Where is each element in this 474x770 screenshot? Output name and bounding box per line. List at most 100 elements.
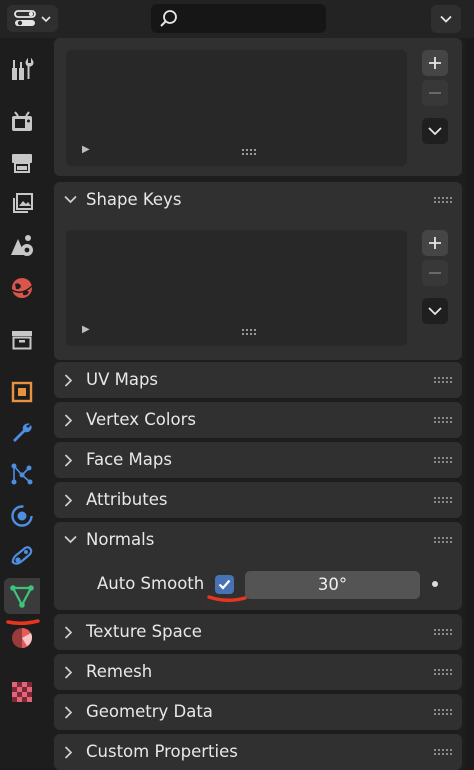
object-icon [11,381,33,403]
drag-handle-icon[interactable] [434,709,454,715]
properties-editor-icon [14,9,36,26]
tab-object[interactable] [4,374,40,410]
drag-handle-icon[interactable] [434,629,454,635]
minus-icon [429,272,441,274]
annotation-underline [207,595,247,602]
view-layer-icon [13,193,33,213]
chevron-right-icon [64,494,73,507]
search-icon [160,10,177,27]
panel-title: Attributes [86,490,168,509]
chevron-down-icon [64,195,77,204]
auto-smooth-angle-field[interactable]: 30° [245,571,420,599]
panel-header-face-maps[interactable]: Face Maps [54,442,462,478]
panel-title: Vertex Colors [86,410,196,429]
tab-modifiers[interactable] [4,414,40,450]
chevron-right-icon [64,706,73,719]
world-icon [11,278,33,298]
panel-title: Face Maps [86,450,172,469]
tab-tool[interactable] [4,52,40,88]
tab-constraints[interactable] [4,538,40,574]
chevron-down-icon [428,307,442,316]
panel-title: UV Maps [86,370,159,389]
play-icon[interactable]: ▶ [82,324,90,335]
render-icon [12,111,32,131]
drag-handle-icon[interactable] [434,377,454,383]
auto-smooth-label: Auto Smooth [97,574,205,593]
drag-handle-icon[interactable] [434,749,454,755]
resize-grip-icon[interactable] [242,329,258,335]
panel-header-attributes[interactable]: Attributes [54,482,462,518]
panel-title: Texture Space [86,622,202,641]
panel-header-texture-space[interactable]: Texture Space [54,614,462,650]
list-box[interactable]: ▶ [66,50,407,166]
tab-texture[interactable] [4,674,40,710]
constraint-icon [11,546,33,565]
tab-particles[interactable] [4,456,40,492]
search-input[interactable] [151,4,326,33]
tab-output[interactable] [4,144,40,180]
panel-vertex-groups-body: ▶ [54,38,462,176]
tab-collection[interactable] [4,322,40,358]
editor-type-button[interactable] [7,5,58,32]
chevron-right-icon [64,666,73,679]
panel-shape-keys: Shape Keys ▶ [54,182,462,360]
header-bar [0,0,474,38]
collection-icon [12,331,32,350]
plus-icon [429,57,441,69]
panel-header-normals[interactable]: Normals [54,522,462,558]
add-item-button[interactable] [422,50,448,76]
chevron-down-icon [428,127,442,136]
chevron-down-icon [440,15,452,23]
plus-icon [429,237,441,249]
panel-header-remesh[interactable]: Remesh [54,654,462,690]
panel-header-custom-properties[interactable]: Custom Properties [54,734,462,770]
drag-handle-icon[interactable] [434,497,454,503]
panel-title: Normals [86,530,155,549]
tab-world[interactable] [4,270,40,306]
panel-header-uv-maps[interactable]: UV Maps [54,362,462,398]
checkmark-icon [218,579,231,590]
properties-tab-bar [0,38,44,768]
options-dropdown-button[interactable] [431,5,461,33]
panel-title: Shape Keys [86,190,182,209]
panel-title: Custom Properties [86,742,238,761]
scene-icon [11,235,33,256]
tab-object-data[interactable] [4,578,40,614]
resize-grip-icon[interactable] [242,149,258,155]
modifier-icon [13,423,32,442]
chevron-down-icon [64,535,77,544]
drag-handle-icon[interactable] [434,669,454,675]
drag-handle-icon[interactable] [434,417,454,423]
material-icon [12,628,32,648]
tab-render[interactable] [4,104,40,140]
minus-icon [429,92,441,94]
drag-handle-icon[interactable] [434,197,454,203]
chevron-right-icon [64,414,73,427]
tab-view-layer[interactable] [4,186,40,222]
panel-header-geometry-data[interactable]: Geometry Data [54,694,462,730]
scrollbar[interactable] [465,38,474,768]
chevron-right-icon [64,626,73,639]
panel-title: Remesh [86,662,153,681]
tab-physics[interactable] [4,498,40,534]
panel-header-vertex-colors[interactable]: Vertex Colors [54,402,462,438]
keyframe-dot-icon[interactable] [432,581,438,587]
particles-icon [11,463,33,485]
tab-scene[interactable] [4,228,40,264]
chevron-right-icon [64,746,73,759]
physics-icon [11,505,33,527]
play-icon[interactable]: ▶ [82,144,90,155]
add-shape-key-button[interactable] [422,230,448,256]
specials-menu-button[interactable] [422,118,448,144]
panel-header-shape-keys[interactable]: Shape Keys [54,182,462,218]
drag-handle-icon[interactable] [434,457,454,463]
remove-shape-key-button[interactable] [422,260,448,286]
chevron-down-icon [41,15,51,22]
remove-item-button[interactable] [422,80,448,106]
object-data-icon [10,585,34,608]
drag-handle-icon[interactable] [434,537,454,543]
shape-keys-list[interactable]: ▶ [66,230,407,346]
panel-title: Geometry Data [86,702,213,721]
shape-key-specials-button[interactable] [422,298,448,324]
tool-icon [12,58,34,80]
